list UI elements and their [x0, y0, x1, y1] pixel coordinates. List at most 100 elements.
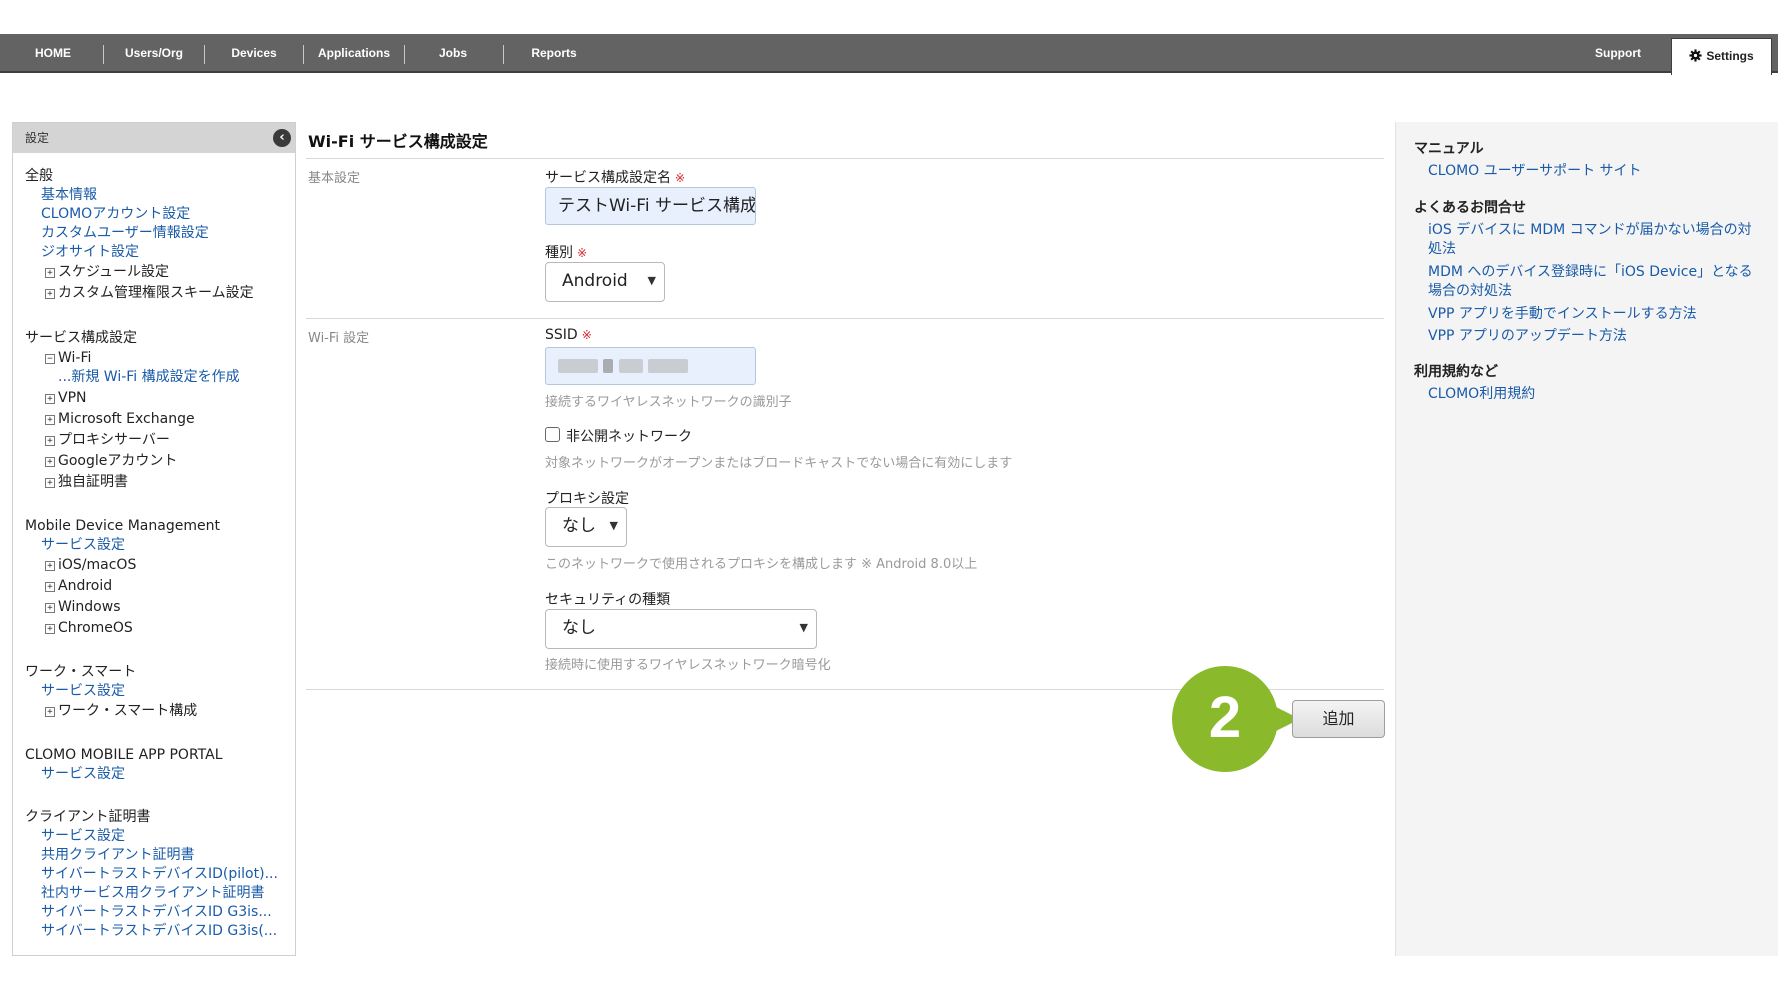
help-link-faq-mdm-command[interactable]: iOS デバイスに MDM コマンドが届かない場合の対処法 — [1428, 221, 1763, 259]
sidebar-item-label: Android — [58, 578, 113, 594]
sidebar-item-google[interactable]: + Googleアカウント — [45, 452, 177, 470]
chevron-down-icon: ▼ — [647, 274, 656, 287]
expand-icon: + — [45, 624, 55, 634]
sidebar-link-work-service[interactable]: サービス設定 — [41, 682, 125, 700]
required-mark: ※ — [577, 246, 588, 260]
sidebar-item-work-smart-config[interactable]: + ワーク・スマート構成 — [45, 702, 197, 720]
help-link-faq-ios-device[interactable]: MDM へのデバイス登録時に「iOS Device」となる場合の対処法 — [1428, 263, 1763, 301]
proxy-select-value: なし — [562, 516, 596, 536]
sidebar-link-cybertrust-g3is[interactable]: サイバートラストデバイスID G3is... — [41, 903, 272, 921]
sidebar-group-mdm: Mobile Device Management — [25, 518, 220, 534]
chevron-down-icon: ▼ — [609, 519, 618, 532]
gear-icon — [1689, 49, 1702, 62]
expand-icon: + — [45, 436, 55, 446]
help-link-faq-vpp-install[interactable]: VPP アプリを手動でインストールする方法 — [1428, 305, 1763, 324]
type-select[interactable]: Android ▼ — [545, 262, 665, 302]
nav-home[interactable]: HOME — [26, 34, 80, 73]
section-wifi-label: Wi-Fi 設定 — [308, 331, 370, 346]
sidebar-item-schedule[interactable]: + スケジュール設定 — [45, 263, 169, 281]
divider — [306, 318, 1384, 319]
security-select[interactable]: なし ▼ — [545, 609, 817, 649]
required-mark: ※ — [675, 171, 686, 185]
nav-users-org[interactable]: Users/Org — [112, 34, 196, 73]
expand-icon: + — [45, 415, 55, 425]
sidebar-group-service: サービス構成設定 — [25, 330, 137, 346]
sidebar-link-cybertrust-g3is-2[interactable]: サイバートラストデバイスID G3is(... — [41, 922, 277, 940]
nav-support[interactable]: Support — [1586, 34, 1650, 73]
proxy-select[interactable]: なし ▼ — [545, 507, 627, 547]
sidebar-item-label: スケジュール設定 — [58, 264, 170, 280]
service-name-input[interactable]: テストWi-Fi サービス構成 — [545, 187, 756, 225]
expand-icon: + — [45, 289, 55, 299]
sidebar-item-label: ワーク・スマート構成 — [58, 703, 198, 719]
sidebar-link-internal-cert[interactable]: 社内サービス用クライアント証明書 — [41, 884, 264, 902]
proxy-hint: このネットワークで使用されるプロキシを構成します ※ Android 8.0以上 — [545, 557, 978, 572]
sidebar-item-label: 独自証明書 — [58, 474, 128, 490]
expand-icon: + — [45, 268, 55, 278]
service-name-label-text: サービス構成設定名 — [545, 170, 671, 186]
expand-icon: + — [45, 394, 55, 404]
help-link-user-support[interactable]: CLOMO ユーザーサポート サイト — [1428, 162, 1763, 181]
settings-sidebar: 設定 ‹ 全般 基本情報 CLOMOアカウント設定 カスタムユーザー情報設定 ジ… — [12, 122, 296, 956]
sidebar-link-cybertrust-pilot[interactable]: サイバートラストデバイスID(pilot)... — [41, 865, 278, 883]
sidebar-link-account[interactable]: CLOMOアカウント設定 — [41, 205, 190, 223]
hidden-network-label[interactable]: 非公開ネットワーク — [566, 426, 692, 446]
sidebar-item-ios-macos[interactable]: + iOS/macOS — [45, 556, 136, 574]
section-basic-label: 基本設定 — [308, 171, 361, 186]
sidebar-link-shared-cert[interactable]: 共用クライアント証明書 — [41, 846, 194, 864]
top-nav: HOME Users/Org Devices Applications Jobs… — [0, 34, 1778, 75]
collapse-sidebar-icon[interactable]: ‹ — [273, 129, 291, 147]
expand-icon: + — [45, 582, 55, 592]
ssid-input[interactable] — [545, 347, 756, 385]
sidebar-item-label: iOS/macOS — [58, 557, 137, 573]
nav-divider — [404, 45, 405, 64]
type-select-value: Android — [562, 271, 628, 291]
expand-icon: + — [45, 603, 55, 613]
expand-icon: + — [45, 478, 55, 488]
sidebar-link-custom-user[interactable]: カスタムユーザー情報設定 — [41, 224, 209, 242]
sidebar-group-portal: CLOMO MOBILE APP PORTAL — [25, 747, 223, 763]
redacted-text — [603, 359, 614, 373]
sidebar-item-label: Wi-Fi — [58, 350, 92, 366]
sidebar-item-vpn[interactable]: + VPN — [45, 389, 87, 407]
hidden-network-checkbox[interactable] — [545, 427, 560, 442]
nav-divider — [103, 45, 104, 64]
nav-settings-tab[interactable]: Settings — [1671, 38, 1772, 75]
sidebar-item-chromeos[interactable]: + ChromeOS — [45, 619, 133, 637]
sidebar-item-wifi[interactable]: − Wi-Fi — [45, 349, 91, 367]
nav-applications[interactable]: Applications — [312, 34, 396, 73]
nav-devices[interactable]: Devices — [222, 34, 286, 73]
sidebar-item-label: Microsoft Exchange — [58, 411, 195, 427]
sidebar-link-new-wifi[interactable]: ...新規 Wi-Fi 構成設定を作成 — [58, 368, 240, 386]
add-button[interactable]: 追加 — [1292, 700, 1385, 738]
type-label: 種別 ※ — [545, 242, 587, 262]
sidebar-item-certificate[interactable]: + 独自証明書 — [45, 473, 128, 491]
sidebar-link-basic-info[interactable]: 基本情報 — [41, 186, 97, 204]
nav-jobs[interactable]: Jobs — [425, 34, 481, 73]
sidebar-group-client-cert: クライアント証明書 — [25, 809, 151, 825]
security-select-value: なし — [562, 618, 596, 638]
sidebar-item-custom-permission[interactable]: + カスタム管理権限スキーム設定 — [45, 284, 254, 302]
sidebar-item-windows[interactable]: + Windows — [45, 598, 121, 616]
help-link-terms[interactable]: CLOMO利用規約 — [1428, 385, 1763, 404]
sidebar-link-portal-service[interactable]: サービス設定 — [41, 765, 125, 783]
ssid-label: SSID ※ — [545, 327, 592, 343]
collapse-icon: − — [45, 354, 55, 364]
redacted-text — [618, 359, 643, 373]
sidebar-item-android[interactable]: + Android — [45, 577, 112, 595]
nav-divider — [503, 45, 504, 64]
type-label-text: 種別 — [545, 245, 573, 261]
sidebar-link-geosite[interactable]: ジオサイト設定 — [41, 243, 139, 261]
sidebar-header-label: 設定 — [25, 131, 50, 145]
nav-reports[interactable]: Reports — [522, 34, 586, 73]
sidebar-link-mdm-service[interactable]: サービス設定 — [41, 536, 125, 554]
sidebar-item-proxy[interactable]: + プロキシサーバー — [45, 431, 170, 449]
help-panel: マニュアル CLOMO ユーザーサポート サイト よくあるお問合せ iOS デバ… — [1395, 122, 1778, 956]
sidebar-header: 設定 ‹ — [13, 123, 295, 153]
sidebar-item-exchange[interactable]: + Microsoft Exchange — [45, 410, 195, 428]
sidebar-link-cert-service[interactable]: サービス設定 — [41, 827, 125, 845]
step-marker: 2 — [1172, 666, 1278, 772]
help-link-faq-vpp-update[interactable]: VPP アプリのアップデート方法 — [1428, 327, 1763, 346]
help-terms-title: 利用規約など — [1414, 364, 1498, 380]
required-mark: ※ — [581, 328, 592, 342]
